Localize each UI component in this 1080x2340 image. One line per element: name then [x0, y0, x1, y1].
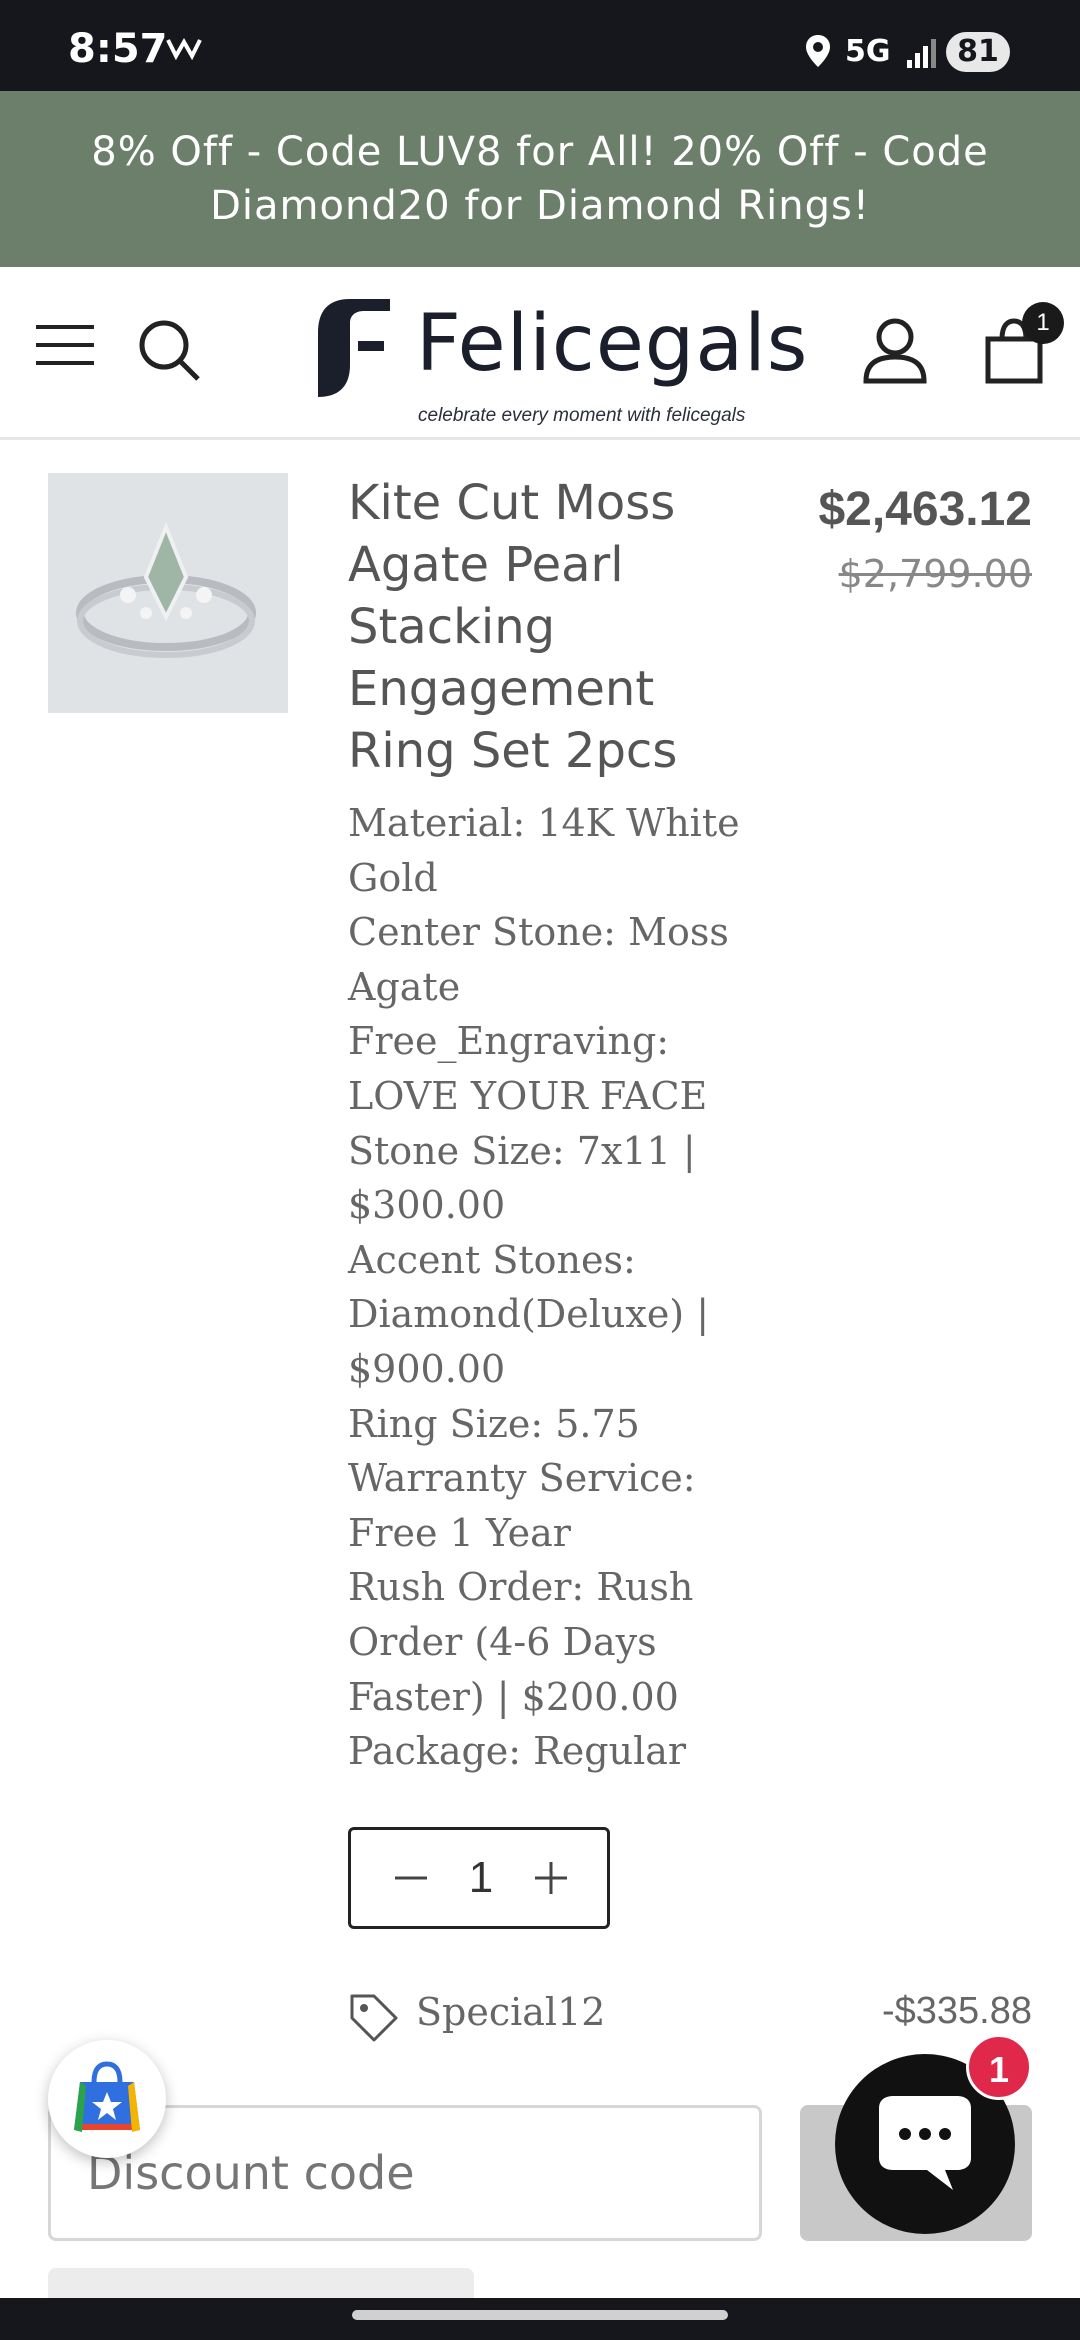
discount-amount: -$335.88	[881, 1990, 1032, 2032]
location-icon	[806, 35, 830, 67]
applied-discount: Special12 -$335.88	[348, 1986, 1032, 2046]
promo-banner[interactable]: 8% Off - Code LUV8 for All! 20% Off - Co…	[0, 91, 1080, 267]
minus-icon	[395, 1876, 427, 1880]
property-line: Stone Size: 7x11 | $300.00	[348, 1128, 696, 1228]
product-properties: Material: 14K White Gold Center Stone: M…	[348, 796, 768, 1779]
quantity-decrease-button[interactable]	[381, 1830, 441, 1926]
status-time: 8:57	[68, 26, 168, 72]
product-thumbnail[interactable]	[48, 473, 288, 713]
menu-icon[interactable]	[36, 323, 96, 367]
checkout-button[interactable]	[48, 2268, 474, 2298]
brand-logo[interactable]: Felicegals celebrate every moment with f…	[310, 293, 807, 426]
property-line: Center Stone: Moss Agate	[348, 910, 729, 1009]
site-header: Felicegals celebrate every moment with f…	[0, 267, 1080, 440]
property-line: Package: Regular	[348, 1729, 687, 1774]
property-line: Accent Stones: Diamond(Deluxe) | $900.00	[348, 1237, 710, 1391]
home-gesture-handle[interactable]	[352, 2310, 728, 2320]
quantity-stepper: 1	[348, 1827, 610, 1929]
promo-text: 8% Off - Code LUV8 for All! 20% Off - Co…	[91, 129, 989, 229]
chat-notification-badge: 1	[966, 2034, 1032, 2100]
cart-count-badge: 1	[1022, 302, 1064, 344]
system-nav-bar	[0, 2298, 1080, 2340]
logo-name: Felicegals	[416, 299, 809, 389]
search-icon[interactable]	[136, 317, 202, 383]
property-line: Rush Order: Rush Order (4-6 Days Faster)…	[348, 1565, 694, 1719]
wifi-calling-icon	[166, 37, 202, 60]
logo-mark-icon	[318, 299, 390, 397]
property-line: Ring Size: 5.75	[348, 1401, 640, 1446]
account-icon[interactable]	[862, 317, 928, 385]
shopping-bag-icon	[74, 2061, 140, 2132]
quantity-increase-button[interactable]	[521, 1830, 581, 1926]
status-bar: 8:57 5G 81	[0, 0, 1080, 91]
quantity-value[interactable]: 1	[451, 1830, 511, 1926]
property-line: Material: 14K White Gold	[348, 801, 740, 900]
network-type: 5G	[845, 34, 891, 69]
property-line: Free_Engraving: LOVE YOUR FACE	[348, 1019, 708, 1118]
shop-app-button[interactable]	[48, 2040, 166, 2158]
ring-image-icon	[48, 473, 288, 713]
tag-icon	[350, 1994, 398, 2042]
product-title[interactable]: Kite Cut Moss Agate Pearl Stacking Engag…	[348, 472, 768, 782]
product-compare-price: $2,799.00	[838, 552, 1032, 596]
logo-tagline: celebrate every moment with felicegals	[418, 405, 746, 426]
battery-indicator: 81	[946, 32, 1010, 72]
property-line: Warranty Service: Free 1 Year	[348, 1456, 696, 1555]
discount-code-label: Special12	[416, 1990, 606, 2034]
signal-icon	[907, 39, 936, 68]
plus-icon	[535, 1862, 567, 1894]
product-price: $2,463.12	[818, 483, 1032, 536]
